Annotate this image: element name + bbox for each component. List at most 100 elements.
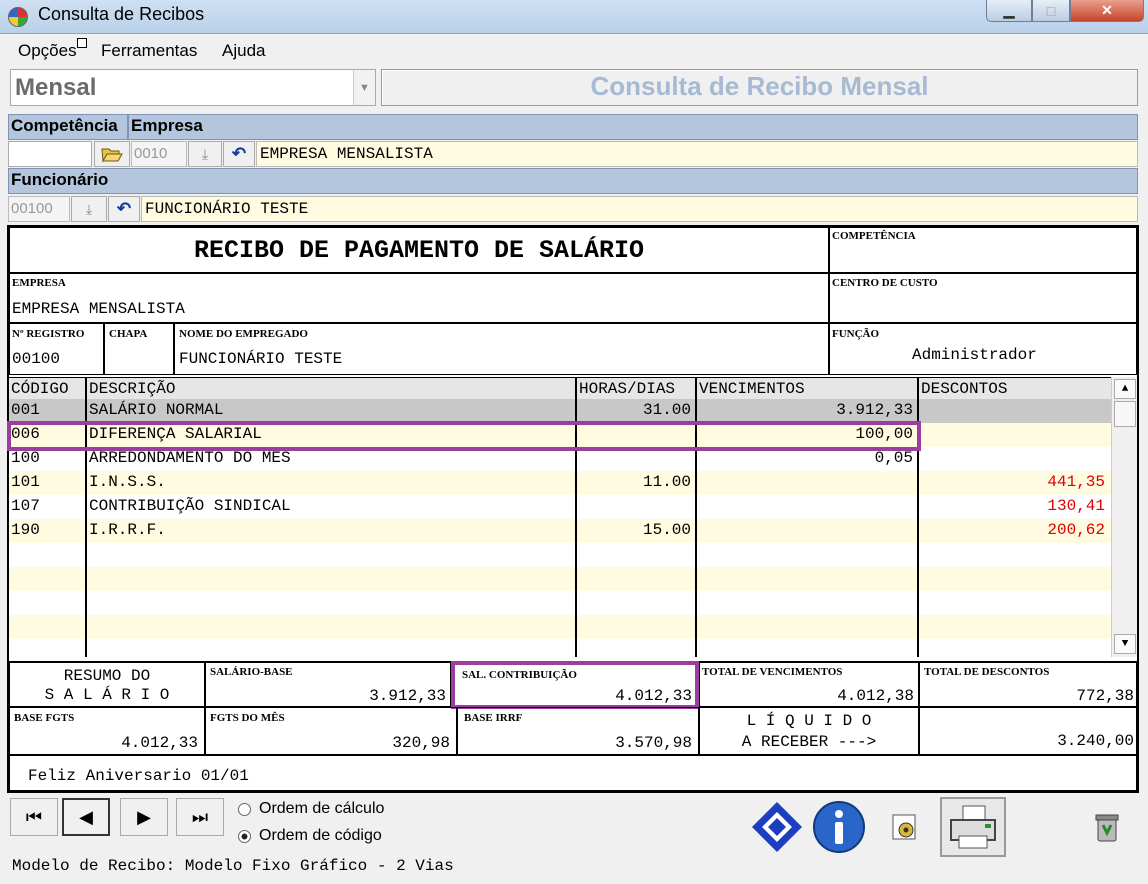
order-code-radio[interactable]: Ordem de código [238,827,382,845]
total-venc-cell: TOTAL DE VENCIMENTOS 4.012,38 [699,661,919,707]
funcao-value: Administrador [912,346,1037,364]
sync-diamond-icon [752,802,802,852]
info-icon [813,801,865,853]
table-row[interactable]: 101 I.N.S.S. 11.00 441,35 [9,471,1111,495]
header-panel: Consulta de Recibo Mensal [381,69,1138,106]
resumo-line2: S A L Á R I O [44,686,170,704]
items-grid[interactable]: CÓDIGO DESCRIÇÃO HORAS/DIAS VENCIMENTOS … [9,377,1137,659]
empresa-undo-button[interactable]: ↶ [223,141,255,167]
row-vencimentos: 3.912,33 [836,401,913,419]
menu-ferramentas[interactable]: Ferramentas [101,41,197,61]
chevron-down-icon[interactable]: ▼ [353,70,375,105]
funcionario-undo-button[interactable]: ↶ [108,196,140,222]
empresa-cell-value: EMPRESA MENSALISTA [12,300,185,318]
recycle-button[interactable] [1076,797,1138,857]
row-codigo: 190 [11,521,40,539]
trash-icon [1095,814,1119,842]
next-record-button[interactable]: ▶ [120,798,168,836]
period-value: Mensal [15,74,97,101]
salario-base-cell: SALÁRIO-BASE 3.912,33 [205,661,451,707]
menu-opcoes[interactable]: Opções [18,41,77,61]
col-descontos: DESCONTOS [921,380,1008,398]
message-text: Feliz Aniversario 01/01 [28,767,249,785]
resumo-cell: RESUMO DO S A L Á R I O [9,661,205,707]
chapa-cell: CHAPA [104,323,174,375]
first-record-button[interactable]: ⏮ [10,798,58,836]
close-button[interactable]: ✕ [1070,0,1144,22]
empty-row [9,639,1111,657]
scroll-down-icon[interactable]: ▼ [1114,634,1136,654]
empresa-cell: EMPRESA EMPRESA MENSALISTA [9,273,829,323]
last-record-button[interactable]: ⏭ [176,798,224,836]
receipt-title-cell: RECIBO DE PAGAMENTO DE SALÁRIO [9,227,829,273]
row-horas: 15.00 [642,521,691,539]
empty-row [9,543,1111,567]
empresa-label: Empresa [128,114,1138,140]
app-globe-icon [8,7,28,27]
window-title: Consulta de Recibos [38,4,205,24]
period-select[interactable]: Mensal ▼ [10,69,376,106]
base-irrf-cell: BASE IRRF 3.570,98 [457,707,699,755]
receipt-title: RECIBO DE PAGAMENTO DE SALÁRIO [193,236,645,265]
competencia-input[interactable] [8,141,92,167]
empresa-code-input[interactable]: 0010 [131,141,187,167]
nome-label: NOME DO EMPREGADO [179,328,308,340]
total-desc-value: 772,38 [1076,687,1134,705]
liquido-value-cell: 3.240,00 [919,707,1137,755]
competencia-label: Competência [8,114,128,140]
download-icon: ⤓ [85,200,93,217]
title-bar: Consulta de Recibos ▁ □ ✕ [0,0,1148,34]
fgts-mes-label: FGTS DO MÊS [210,712,285,724]
empresa-lookup-button[interactable]: ⤓ [188,141,222,167]
empty-row [9,615,1111,639]
menu-bar: Opções Ferramentas Ajuda [0,36,1148,64]
sync-button[interactable] [748,797,806,857]
download-icon: ⤓ [201,145,209,162]
info-button[interactable] [808,797,870,857]
grid-divider [85,377,87,657]
table-row[interactable]: 107 CONTRIBUIÇÃO SINDICAL 130,41 [9,495,1111,519]
funcionario-code-input[interactable]: 00100 [8,196,70,222]
funcao-cell: FUNÇÃO Administrador [829,323,1137,375]
total-venc-label: TOTAL DE VENCIMENTOS [702,666,843,678]
row-horas: 11.00 [642,473,691,491]
col-vencimentos: VENCIMENTOS [699,380,805,398]
minimize-icon: ▁ [1003,2,1015,18]
scroll-up-icon[interactable]: ▲ [1114,379,1136,399]
printer-icon [950,805,996,849]
skip-last-icon: ⏭ [191,806,209,827]
empresa-cell-label: EMPRESA [12,277,66,289]
order-code-label: Ordem de código [259,827,382,844]
maximize-button[interactable]: □ [1032,0,1070,22]
skip-first-icon: ⏮ [25,806,43,827]
order-calc-radio[interactable]: Ordem de cálculo [238,800,384,818]
checkbox-icon [77,38,87,48]
prev-record-button[interactable]: ◀ [62,798,110,836]
scroll-thumb[interactable] [1114,401,1136,427]
fgts-mes-value: 320,98 [392,734,450,752]
row-descricao: I.R.R.F. [89,521,166,539]
row-codigo: 001 [11,401,40,419]
col-horas: HORAS/DIAS [579,380,676,398]
page-title: Consulta de Recibo Mensal [590,71,929,101]
table-row[interactable]: 001 SALÁRIO NORMAL 31.00 3.912,33 [9,399,1111,423]
menu-ajuda[interactable]: Ajuda [222,41,265,61]
row-descontos: 441,35 [1047,473,1105,491]
gear-report-icon [892,814,916,840]
table-row[interactable]: 190 I.R.R.F. 15.00 200,62 [9,519,1111,543]
close-icon: ✕ [1101,2,1113,18]
print-button[interactable] [940,797,1006,857]
base-fgts-value: 4.012,33 [121,734,198,752]
base-fgts-label: BASE FGTS [14,712,75,724]
funcionario-lookup-button[interactable]: ⤓ [71,196,107,222]
minimize-button[interactable]: ▁ [986,0,1032,22]
report-settings-button[interactable] [872,797,938,857]
radio-unchecked-icon [238,802,251,816]
play-left-icon: ◀ [79,806,93,827]
chapa-label: CHAPA [109,328,148,340]
vertical-scrollbar[interactable]: ▲ ▼ [1111,377,1137,657]
grid-divider [575,377,577,657]
open-folder-button[interactable] [94,141,130,167]
row-vencimentos: 0,05 [874,449,913,467]
model-status: Modelo de Recibo: Modelo Fixo Gráfico - … [12,857,454,875]
